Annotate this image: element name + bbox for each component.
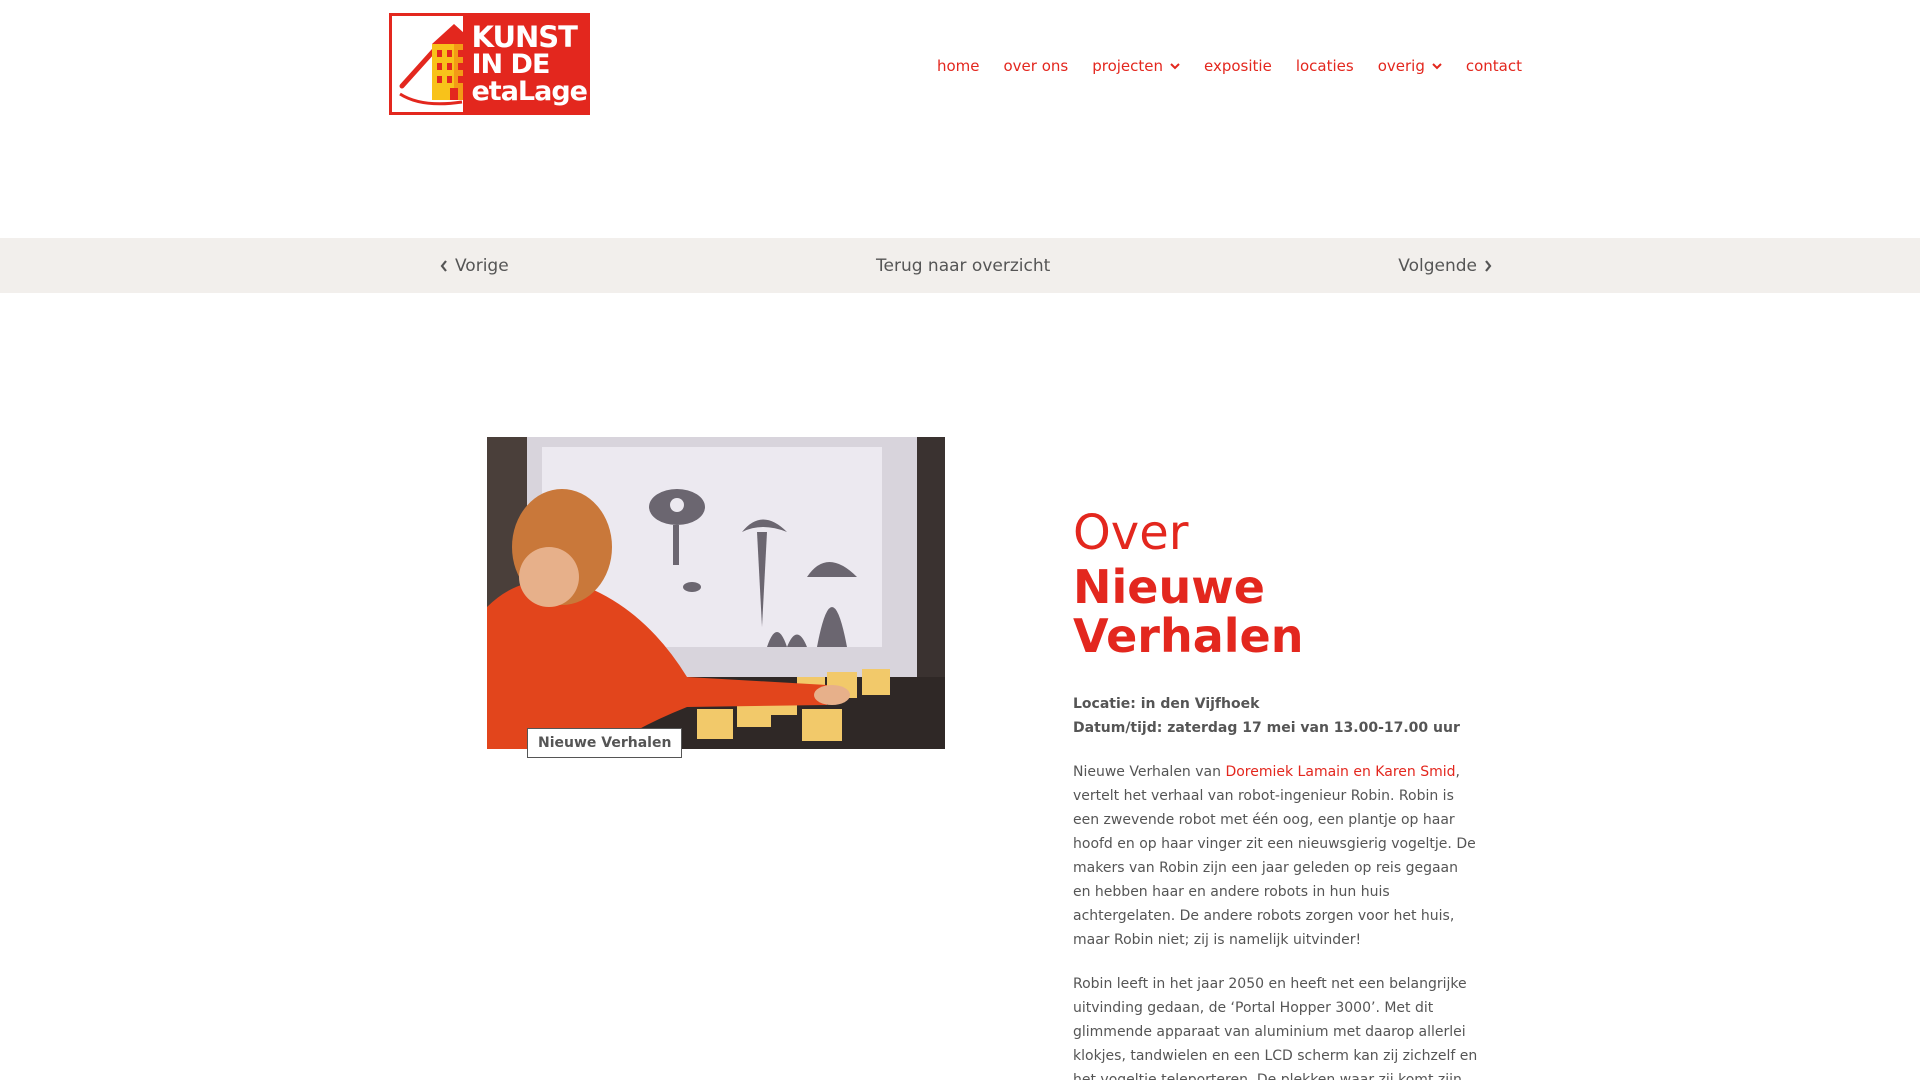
project-photo [487, 437, 945, 749]
logo-line-1: KUNST [471, 19, 577, 54]
title-line-2: Verhalen [1073, 609, 1304, 663]
nav-contact[interactable]: contact [1466, 57, 1522, 75]
nav-expositie-label: expositie [1204, 57, 1272, 75]
overview-label: Terug naar overzicht [876, 256, 1051, 276]
event-meta: Locatie: in den Vijfhoek Datum/tijd: zat… [1073, 692, 1479, 740]
nav-over-ons-label: over ons [1003, 57, 1069, 75]
nav-expositie[interactable]: expositie [1204, 57, 1272, 75]
previous-link[interactable]: Vorige [440, 256, 509, 276]
nav-contact-label: contact [1465, 57, 1522, 75]
paragraph-2: Robin leeft in het jaar 2050 en heeft ne… [1073, 976, 1478, 1080]
photo-caption: Nieuwe Verhalen [527, 728, 683, 758]
logo-line-3: etaLage [471, 75, 588, 107]
logo-line-2: IN DE [471, 48, 550, 80]
paragraph-1-prefix: Nieuwe Verhalen van [1073, 764, 1226, 780]
previous-label: Vorige [455, 256, 509, 276]
site-logo[interactable]: KUNST IN DE etaLage [389, 13, 590, 115]
next-label: Volgende [1398, 256, 1477, 276]
nav-overig-label: overig [1377, 57, 1425, 75]
main-nav: home over ons projecten expositie locati… [937, 57, 1522, 75]
event-datetime: Datum/tijd: zaterdag 17 mei van 13.00-17… [1073, 720, 1460, 736]
site-header: KUNST IN DE etaLage home over ons projec… [0, 0, 1920, 238]
nav-over-ons[interactable]: over ons [1004, 57, 1069, 75]
nav-projecten[interactable]: projecten [1092, 57, 1180, 75]
chevron-left-icon [440, 260, 447, 272]
nav-home-label: home [936, 57, 980, 75]
title-over: Over [1073, 505, 1189, 561]
article-content: Over Nieuwe Verhalen Locatie: in den Vij… [1073, 505, 1479, 1080]
nav-locaties[interactable]: locaties [1296, 57, 1354, 75]
nav-projecten-label: projecten [1092, 57, 1164, 75]
chevron-right-icon [1485, 260, 1492, 272]
title-line-1: Nieuwe [1073, 560, 1265, 614]
article-heading: Over Nieuwe Verhalen [1073, 505, 1479, 661]
nav-home[interactable]: home [937, 57, 980, 75]
event-location: Locatie: in den Vijfhoek [1073, 696, 1260, 712]
next-link[interactable]: Volgende [1398, 256, 1492, 276]
paragraph-1-rest: , vertelt het verhaal van robot-ingenieu… [1073, 764, 1476, 948]
logo-building-icon [392, 16, 464, 112]
chevron-down-icon [1432, 63, 1442, 70]
chevron-down-icon [1170, 63, 1180, 70]
paragraph-1: Nieuwe Verhalen van Doremiek Lamain en K… [1073, 760, 1479, 952]
post-pager: Vorige Terug naar overzicht Volgende [0, 238, 1920, 293]
back-to-overview-link[interactable]: Terug naar overzicht [876, 256, 1050, 276]
logo-wordmark: KUNST IN DE etaLage [463, 16, 588, 112]
nav-overig[interactable]: overig [1378, 57, 1442, 75]
makers-link[interactable]: Doremiek Lamain en Karen Smid [1225, 764, 1455, 780]
nav-locaties-label: locaties [1295, 57, 1354, 75]
